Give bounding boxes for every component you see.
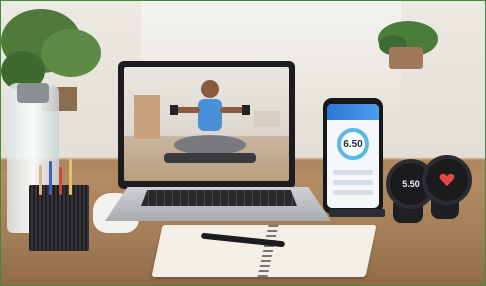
phone-app-header	[327, 104, 379, 120]
pencil	[39, 165, 42, 195]
laptop-keyboard	[141, 190, 297, 206]
phone-metric-value: 6.50	[343, 138, 363, 150]
smartphone: 6.50	[323, 98, 383, 214]
phone-stat-row	[333, 180, 373, 185]
bottle-cap	[17, 83, 49, 103]
phone-stat-row	[333, 190, 373, 195]
laptop-screen	[118, 61, 295, 189]
pencil	[69, 159, 72, 195]
pencil	[59, 167, 62, 195]
watch-metric-value: 5.50	[402, 179, 420, 189]
phone-activity-ring: 6.50	[337, 128, 369, 160]
yoga-video-person	[134, 80, 280, 163]
heart-icon	[439, 173, 455, 186]
plant-pot	[389, 47, 423, 69]
pencil	[49, 161, 52, 195]
laptop-display	[124, 67, 289, 181]
phone-screen: 6.50	[327, 104, 379, 208]
phone-stand	[329, 209, 385, 217]
product-photo: 6.50 5.50	[0, 0, 486, 286]
smartwatch-2	[422, 155, 472, 205]
phone-stat-row	[333, 170, 373, 175]
